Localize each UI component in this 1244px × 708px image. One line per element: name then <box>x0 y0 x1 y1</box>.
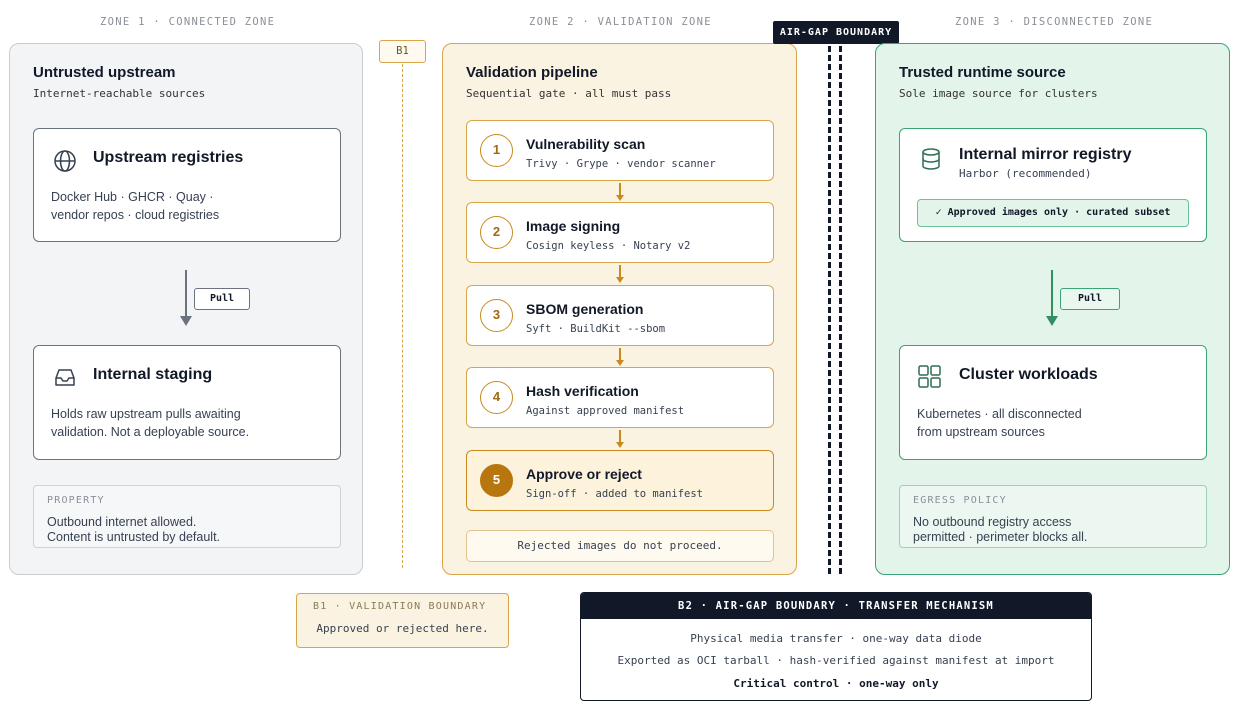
step-title: Vulnerability scan <box>526 136 646 152</box>
cluster-workloads-card[interactable]: Cluster workloads Kubernetes · all disco… <box>899 345 1207 460</box>
step-number: 2 <box>480 216 513 249</box>
b1-boundary-line <box>402 64 403 568</box>
property-line2: Content is untrusted by default. <box>47 530 221 544</box>
step-title: SBOM generation <box>526 301 644 317</box>
pull-label: Pull <box>1060 288 1120 310</box>
airgap-line-left <box>828 46 831 574</box>
step-number: 3 <box>480 299 513 332</box>
step-title: Hash verification <box>526 383 639 399</box>
internal-mirror-registry-card[interactable]: Internal mirror registry Harbor (recomme… <box>899 128 1207 242</box>
step-image-signing[interactable]: 2 Image signing Cosign keyless · Notary … <box>466 202 774 263</box>
step-subtitle: Cosign keyless · Notary v2 <box>526 240 691 252</box>
zone2-title: Validation pipeline <box>466 64 598 81</box>
b1-tag: B1 <box>379 40 426 63</box>
step-number: 4 <box>480 381 513 414</box>
step-subtitle: Against approved manifest <box>526 405 685 417</box>
database-icon <box>922 148 940 170</box>
property-label: PROPERTY <box>47 495 105 506</box>
approved-images-badge: ✓ Approved images only · curated subset <box>917 199 1189 227</box>
step-title: Image signing <box>526 218 621 234</box>
internal-staging-line2: validation. Not a deployable source. <box>51 425 250 439</box>
upstream-registries-line2: vendor repos · cloud registries <box>51 208 220 222</box>
upstream-registries-title: Upstream registries <box>93 149 244 166</box>
zone1-label: ZONE 1 · CONNECTED ZONE <box>100 16 276 28</box>
zone2-label: ZONE 2 · VALIDATION ZONE <box>529 16 712 28</box>
step-arrowhead <box>616 195 624 201</box>
zone1-title: Untrusted upstream <box>33 64 176 81</box>
zone2-panel: Validation pipeline Sequential gate · al… <box>442 43 797 575</box>
zone3-panel: Trusted runtime source Sole image source… <box>875 43 1230 575</box>
inbox-icon <box>55 369 75 386</box>
internal-staging-card[interactable]: Internal staging Holds raw upstream pull… <box>33 345 341 460</box>
airgap-line-right <box>839 46 842 574</box>
zone2-subtitle: Sequential gate · all must pass <box>466 87 672 100</box>
internal-staging-line1: Holds raw upstream pulls awaiting <box>51 407 241 421</box>
b2-airgap-boundary-box: B2 · AIR-GAP BOUNDARY · TRANSFER MECHANI… <box>580 592 1092 701</box>
zone1-panel: Untrusted upstream Internet-reachable so… <box>9 43 363 575</box>
step-number: 1 <box>480 134 513 167</box>
b1-box-text: Approved or rejected here. <box>316 622 489 635</box>
rejected-note: Rejected images do not proceed. <box>466 530 774 562</box>
b2-box-title: B2 · AIR-GAP BOUNDARY · TRANSFER MECHANI… <box>581 593 1091 619</box>
step-number: 5 <box>480 464 513 497</box>
b2-box-line3: Critical control · one-way only <box>733 677 939 690</box>
property-line1: Outbound internet allowed. <box>47 515 197 529</box>
cluster-workloads-title: Cluster workloads <box>959 366 1098 383</box>
globe-icon <box>54 150 76 172</box>
b1-validation-boundary-box: B1 · VALIDATION BOUNDARY Approved or rej… <box>296 593 509 648</box>
b2-box-line1: Physical media transfer · one-way data d… <box>690 632 982 645</box>
pull-arrowhead <box>1046 316 1058 326</box>
internal-staging-title: Internal staging <box>93 366 213 383</box>
b1-box-title: B1 · VALIDATION BOUNDARY <box>313 601 487 612</box>
pull-label: Pull <box>194 288 250 310</box>
b2-box-line2: Exported as OCI tarball · hash-verified … <box>617 654 1055 667</box>
step-subtitle: Sign-off · added to manifest <box>526 488 704 500</box>
upstream-registries-line1: Docker Hub · GHCR · Quay · <box>51 190 214 204</box>
zone1-subtitle: Internet-reachable sources <box>33 87 206 100</box>
egress-policy-line1: No outbound registry access <box>913 515 1072 529</box>
step-hash-verification[interactable]: 4 Hash verification Against approved man… <box>466 367 774 428</box>
zone3-title: Trusted runtime source <box>899 64 1066 81</box>
upstream-registries-card[interactable]: Upstream registries Docker Hub · GHCR · … <box>33 128 341 242</box>
cluster-workloads-line2: from upstream sources <box>917 425 1045 439</box>
step-sbom-generation[interactable]: 3 SBOM generation Syft · BuildKit --sbom <box>466 285 774 346</box>
airgap-boundary-tag: AIR-GAP BOUNDARY <box>773 21 899 44</box>
pull-arrowhead <box>180 316 192 326</box>
step-arrowhead <box>616 277 624 283</box>
step-arrowhead <box>616 442 624 448</box>
grid-icon <box>918 365 941 388</box>
egress-policy-line2: permitted · perimeter blocks all. <box>913 530 1088 544</box>
cluster-workloads-line1: Kubernetes · all disconnected <box>917 407 1082 421</box>
pull-arrow-line <box>185 270 187 318</box>
egress-policy-label: EGRESS POLICY <box>913 495 1007 506</box>
internal-mirror-registry-title: Internal mirror registry <box>959 146 1132 163</box>
step-subtitle: Trivy · Grype · vendor scanner <box>526 158 716 170</box>
step-arrowhead <box>616 360 624 366</box>
property-box: PROPERTY Outbound internet allowed. Cont… <box>33 485 341 548</box>
step-title: Approve or reject <box>526 466 642 482</box>
internal-mirror-registry-sub: Harbor (recommended) <box>959 167 1092 180</box>
step-subtitle: Syft · BuildKit --sbom <box>526 323 666 335</box>
pull-arrow-line <box>1051 270 1053 318</box>
step-vulnerability-scan[interactable]: 1 Vulnerability scan Trivy · Grype · ven… <box>466 120 774 181</box>
step-approve-or-reject[interactable]: 5 Approve or reject Sign-off · added to … <box>466 450 774 511</box>
egress-policy-box: EGRESS POLICY No outbound registry acces… <box>899 485 1207 548</box>
zone3-subtitle: Sole image source for clusters <box>899 87 1098 100</box>
zone3-label: ZONE 3 · DISCONNECTED ZONE <box>955 16 1154 28</box>
